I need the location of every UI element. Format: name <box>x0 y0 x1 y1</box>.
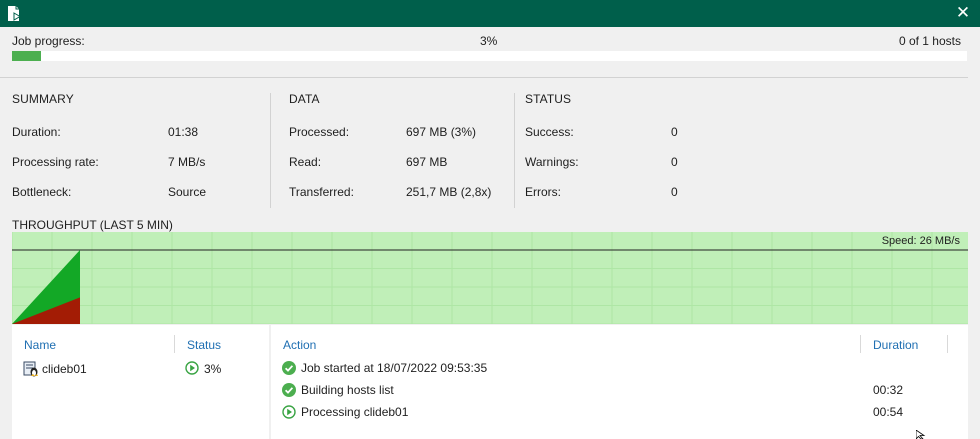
column-divider <box>947 335 948 353</box>
host-status: 3% <box>204 362 222 376</box>
job-progress-percent: 3% <box>480 34 498 48</box>
status-warnings-value: 0 <box>671 155 678 169</box>
divider <box>0 77 968 78</box>
throughput-speed: Speed: 26 MB/s <box>881 235 960 247</box>
job-progress-label: Job progress: <box>12 34 85 48</box>
summary-duration-value: 01:38 <box>168 125 199 139</box>
hosts-column-name[interactable]: Name <box>24 338 56 352</box>
action-duration: 00:54 <box>873 405 904 419</box>
column-divider <box>174 335 175 353</box>
close-icon[interactable]: ✕ <box>954 3 972 23</box>
summary-bottleneck-value: Source <box>168 185 207 199</box>
status-errors-value: 0 <box>671 185 678 199</box>
hosts-column-status[interactable]: Status <box>187 338 221 352</box>
summary-bottleneck-label: Bottleneck: <box>12 185 72 199</box>
throughput-chart: Speed: 26 MB/s <box>12 232 968 324</box>
running-play-icon <box>185 361 199 375</box>
veeam-job-icon <box>8 6 21 21</box>
summary-duration-label: Duration: <box>12 125 61 139</box>
summary-rate-value: 7 MB/s <box>168 155 206 169</box>
success-check-icon <box>282 361 296 375</box>
action-duration: 00:32 <box>873 383 904 397</box>
running-play-icon <box>282 405 296 419</box>
title-bar: ✕ <box>0 0 980 27</box>
action-text: Processing clideb01 <box>301 405 409 419</box>
data-read-value: 697 MB <box>406 155 448 169</box>
status-errors-label: Errors: <box>525 185 561 199</box>
action-text: Building hosts list <box>301 383 394 397</box>
summary-heading: SUMMARY <box>12 92 74 106</box>
status-warnings-label: Warnings: <box>525 155 579 169</box>
divider <box>514 93 515 208</box>
status-success-value: 0 <box>671 125 678 139</box>
throughput-chart-svg <box>12 232 968 324</box>
success-check-icon <box>282 383 296 397</box>
data-transferred-value: 251,7 MB (2,8x) <box>406 185 492 199</box>
host-name: clideb01 <box>42 362 87 376</box>
job-progress-hosts: 0 of 1 hosts <box>898 34 961 48</box>
actions-panel: Action Duration Job started at 18/07/202… <box>271 325 968 439</box>
action-text: Job started at 18/07/2022 09:53:35 <box>301 361 488 375</box>
summary-rate-label: Processing rate: <box>12 155 99 169</box>
hosts-panel: Name Status clideb01 3% <box>12 325 269 439</box>
actions-column-action[interactable]: Action <box>283 338 316 352</box>
data-transferred-label: Transferred: <box>289 185 354 199</box>
linux-host-icon <box>23 361 38 377</box>
data-read-label: Read: <box>289 155 322 169</box>
job-progress-bar <box>12 51 967 61</box>
actions-column-duration[interactable]: Duration <box>873 338 918 352</box>
divider <box>270 93 271 208</box>
data-processed-label: Processed: <box>289 125 350 139</box>
status-heading: STATUS <box>525 92 572 106</box>
data-processed-value: 697 MB (3%) <box>406 125 477 139</box>
job-progress-fill <box>12 51 41 61</box>
status-success-label: Success: <box>525 125 574 139</box>
column-divider <box>860 335 861 353</box>
mouse-cursor-icon <box>916 430 926 439</box>
data-heading: DATA <box>289 92 320 106</box>
throughput-heading: THROUGHPUT (LAST 5 MIN) <box>12 218 173 232</box>
